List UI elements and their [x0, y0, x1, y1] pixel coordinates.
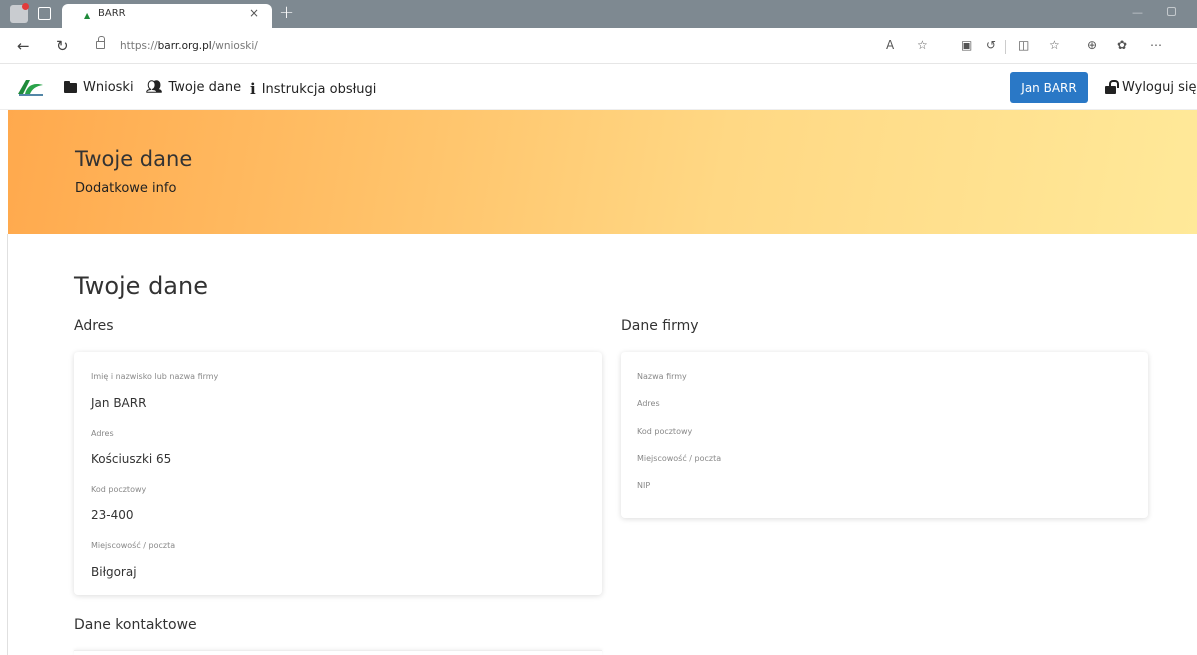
- hero-banner: [8, 110, 1197, 234]
- toolbar-divider: [1005, 40, 1006, 54]
- field-label-city: Miejscowość / poczta: [91, 541, 176, 550]
- field-label-company-city: Miejscowość / poczta: [637, 454, 722, 463]
- extension-icon[interactable]: ▣: [961, 38, 972, 52]
- field-value-address: Kościuszki 65: [91, 452, 172, 466]
- field-value-postal-code: 23-400: [91, 508, 134, 522]
- url-field[interactable]: https://barr.org.pl/wnioski/: [120, 40, 258, 52]
- nav-link-label: Wnioski: [83, 80, 134, 95]
- barr-logo[interactable]: [17, 76, 45, 98]
- info-icon: i: [250, 80, 256, 98]
- field-label-company-name: Nazwa firmy: [637, 372, 687, 381]
- page-title: Twoje dane: [74, 272, 208, 300]
- window-minimize-icon[interactable]: —: [1132, 6, 1143, 19]
- field-label-address: Adres: [91, 429, 114, 438]
- nav-link-instrukcja[interactable]: i Instrukcja obsługi: [250, 80, 376, 98]
- extensions-puzzle-icon[interactable]: ✿: [1117, 38, 1127, 52]
- extension-2-icon[interactable]: ↺: [986, 38, 996, 52]
- nav-link-twoje-dane[interactable]: 👥︎ Twoje dane: [146, 80, 241, 95]
- split-screen-icon[interactable]: ◫: [1018, 38, 1029, 52]
- read-aloud-icon[interactable]: A: [886, 38, 894, 52]
- section-title-address: Adres: [74, 318, 114, 334]
- content-border: [7, 234, 8, 655]
- collections-icon[interactable]: ⊕: [1087, 38, 1097, 52]
- folder-icon: [64, 80, 77, 93]
- lock-icon[interactable]: [96, 36, 105, 49]
- back-icon[interactable]: ←: [17, 37, 30, 55]
- address-card: [74, 352, 602, 595]
- user-account-button[interactable]: Jan BARR: [1010, 72, 1088, 103]
- new-tab-icon[interactable]: +: [279, 2, 294, 23]
- field-label-nip: NIP: [637, 481, 651, 490]
- section-title-company: Dane firmy: [621, 318, 699, 334]
- window-maximize-icon[interactable]: [1167, 7, 1176, 16]
- users-cog-icon: 👥︎: [146, 80, 163, 95]
- nav-link-wnioski[interactable]: Wnioski: [64, 80, 134, 95]
- favorite-star-icon[interactable]: ☆: [917, 38, 928, 52]
- hero-subtitle: Dodatkowe info: [75, 181, 177, 196]
- hero-title: Twoje dane: [75, 147, 193, 171]
- company-card: [621, 352, 1148, 518]
- site-favicon-icon: ▲: [84, 11, 91, 20]
- field-label-company-postal-code: Kod pocztowy: [637, 427, 693, 436]
- tab-close-icon[interactable]: ×: [249, 6, 259, 20]
- browser-tab[interactable]: [62, 4, 272, 28]
- field-value-name: Jan BARR: [91, 396, 147, 410]
- tab-actions-icon[interactable]: [38, 7, 51, 20]
- field-label-postal-code: Kod pocztowy: [91, 485, 147, 494]
- notification-dot-icon: [22, 3, 29, 10]
- contact-card: [74, 650, 602, 655]
- logout-link[interactable]: Wyloguj się: [1105, 80, 1197, 95]
- nav-link-label: Twoje dane: [168, 80, 242, 95]
- favorites-icon[interactable]: ☆: [1049, 38, 1060, 52]
- refresh-icon[interactable]: ↻: [56, 37, 69, 55]
- tab-title: BARR: [98, 8, 126, 19]
- field-label-company-address: Adres: [637, 399, 660, 408]
- field-label-name: Imię i nazwisko lub nazwa firmy: [91, 372, 219, 381]
- field-value-city: Biłgoraj: [91, 565, 137, 579]
- more-menu-icon[interactable]: ⋯: [1150, 38, 1162, 52]
- unlock-icon: [1105, 80, 1119, 94]
- nav-link-label: Instrukcja obsługi: [261, 81, 377, 97]
- section-title-contact: Dane kontaktowe: [74, 617, 197, 633]
- logout-label: Wyloguj się: [1122, 80, 1197, 95]
